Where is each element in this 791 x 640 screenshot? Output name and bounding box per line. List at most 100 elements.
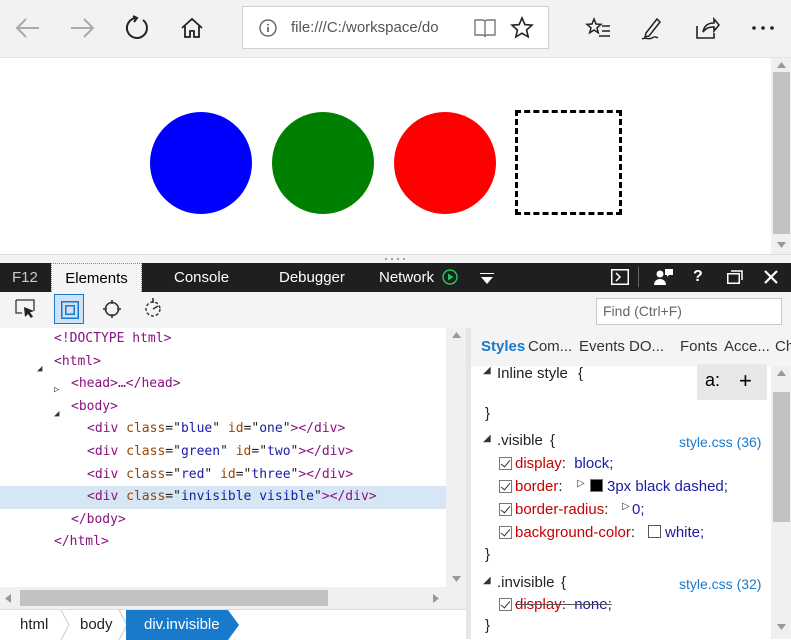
dom-line-html[interactable]: ◢ <html> (0, 351, 446, 374)
property-value-overridden[interactable]: none; (574, 596, 612, 613)
collapse-triangle-icon[interactable]: ◢ (483, 575, 491, 586)
dom-line-head[interactable]: ▷ <head>…</head> (0, 373, 446, 396)
dom-line-doctype[interactable]: <!DOCTYPE html> (0, 328, 446, 351)
undock-icon[interactable] (727, 270, 743, 288)
back-arrow-icon[interactable] (10, 10, 46, 46)
property-checkbox[interactable] (499, 480, 512, 493)
more-tools-chevron-icon[interactable] (480, 272, 494, 289)
class-value: green (180, 444, 221, 459)
rule-selector: .invisible (497, 574, 555, 591)
property-name[interactable]: border-radius (515, 501, 604, 518)
tab-debugger[interactable]: Debugger (279, 263, 345, 292)
rule-source-link[interactable]: style.css (32) (679, 576, 761, 592)
accessibility-icon[interactable] (143, 298, 165, 322)
dom-line-div-red[interactable]: <div class="red" id="three"></div> (0, 464, 446, 487)
inline-open-brace: { (578, 366, 584, 382)
dom-line-body[interactable]: ◢ <body> (0, 396, 446, 419)
red-circle[interactable] (394, 112, 496, 214)
blue-circle[interactable] (150, 112, 252, 214)
property-name[interactable]: background-color (515, 524, 631, 541)
address-url[interactable]: file:///C:/workspace/do (291, 19, 461, 36)
share-icon[interactable] (689, 10, 725, 46)
breadcrumb-div-invisible[interactable]: div.invisible (126, 610, 228, 640)
tab-elements[interactable]: Elements (51, 263, 142, 292)
expand-triangle-icon[interactable]: ▷ (622, 501, 630, 512)
dom-horizontal-scrollbar[interactable] (0, 587, 446, 609)
select-element-icon[interactable] (15, 299, 37, 325)
help-icon[interactable]: ? (693, 268, 703, 286)
pen-notes-icon[interactable] (635, 10, 671, 46)
info-icon[interactable] (259, 19, 277, 41)
styles-scrollbar-thumb[interactable] (773, 392, 790, 522)
favorite-star-icon[interactable] (510, 16, 534, 44)
browser-toolbar: file:///C:/workspace/do (0, 0, 791, 58)
head-tag: <head>…</head> (71, 376, 181, 392)
tab-styles[interactable]: Styles (481, 338, 525, 355)
dom-vertical-scrollbar[interactable] (446, 328, 466, 609)
property-value[interactable]: 3px black dashed; (607, 478, 728, 495)
property-name[interactable]: border (515, 478, 558, 495)
dashed-square[interactable] (515, 110, 622, 215)
add-property-button[interactable]: + (739, 368, 752, 394)
tab-changes[interactable]: Ch (775, 338, 791, 355)
collapse-triangle-icon[interactable]: ◢ (483, 433, 491, 444)
highlight-elements-icon[interactable] (54, 294, 84, 324)
property-checkbox[interactable] (499, 526, 512, 539)
dom-line-html-close[interactable]: </html> (0, 531, 446, 554)
tab-console[interactable]: Console (174, 263, 229, 292)
dom-line-div-blue[interactable]: <div class="blue" id="one"></div> (0, 418, 446, 441)
tab-dom-breakpoints[interactable]: DO... (629, 338, 664, 355)
rule-close-brace: } (485, 546, 491, 563)
color-swatch-white[interactable] (648, 525, 661, 538)
property-value[interactable]: block; (574, 455, 613, 472)
styles-scrollbar[interactable] (771, 366, 791, 639)
property-name[interactable]: display (515, 455, 562, 472)
collapse-triangle-icon[interactable]: ◢ (483, 366, 491, 376)
expand-triangle-icon[interactable]: ▷ (577, 478, 585, 489)
html-close-tag: </html> (54, 534, 109, 550)
devtools-tab-bar: F12 Elements Console Debugger Network ? (0, 263, 791, 292)
color-picker-icon[interactable] (103, 300, 121, 322)
property-checkbox[interactable] (499, 598, 512, 611)
tab-network[interactable]: Network (379, 263, 434, 292)
reading-view-icon[interactable] (473, 17, 497, 43)
breadcrumb-body[interactable]: body (80, 610, 113, 640)
breadcrumb-html[interactable]: html (20, 610, 48, 640)
feedback-icon[interactable] (654, 268, 674, 290)
refresh-icon[interactable] (119, 10, 155, 46)
devtools-splitter[interactable] (0, 254, 791, 263)
home-icon[interactable] (174, 10, 210, 46)
toolbar-separator (638, 267, 639, 287)
dom-hscroll-thumb[interactable] (20, 590, 328, 606)
dom-line-div-invisible-selected[interactable]: <div class="invisible visible"></div> (0, 486, 446, 509)
property-checkbox[interactable] (499, 457, 512, 470)
color-swatch-black[interactable] (590, 479, 603, 492)
property-name-overridden[interactable]: display (515, 596, 562, 613)
breadcrumb: html body div.invisible (0, 609, 466, 640)
green-circle[interactable] (272, 112, 374, 214)
rule-source-link[interactable]: style.css (36) (679, 434, 761, 450)
more-menu-icon[interactable] (745, 10, 781, 46)
tab-accessibility[interactable]: Acce... (724, 338, 770, 355)
dom-line-div-green[interactable]: <div class="green" id="two"></div> (0, 441, 446, 464)
tab-computed[interactable]: Com... (528, 338, 572, 355)
address-bar[interactable]: file:///C:/workspace/do (242, 6, 549, 49)
property-value[interactable]: 0; (632, 501, 645, 518)
find-input[interactable]: Find (Ctrl+F) (596, 298, 782, 325)
tab-fonts[interactable]: Fonts (680, 338, 718, 355)
tab-events[interactable]: Events (579, 338, 625, 355)
forward-arrow-icon[interactable] (64, 10, 100, 46)
property-value[interactable]: white; (665, 524, 704, 541)
dom-tree: <!DOCTYPE html> ◢ <html> ▷ <head>…</head… (0, 328, 446, 587)
favorites-list-icon[interactable] (580, 10, 616, 46)
id-value: two (267, 444, 291, 459)
page-scrollbar-thumb[interactable] (773, 72, 790, 234)
dom-line-body-close[interactable]: </body> (0, 509, 446, 532)
elements-toolbar: Find (Ctrl+F) (0, 292, 791, 328)
inline-close-brace: } (485, 405, 491, 422)
page-scrollbar[interactable] (771, 58, 791, 254)
new-rule-button[interactable]: a: (705, 370, 720, 391)
console-toggle-icon[interactable] (611, 269, 629, 289)
close-devtools-icon[interactable] (764, 270, 778, 288)
property-checkbox[interactable] (499, 503, 512, 516)
